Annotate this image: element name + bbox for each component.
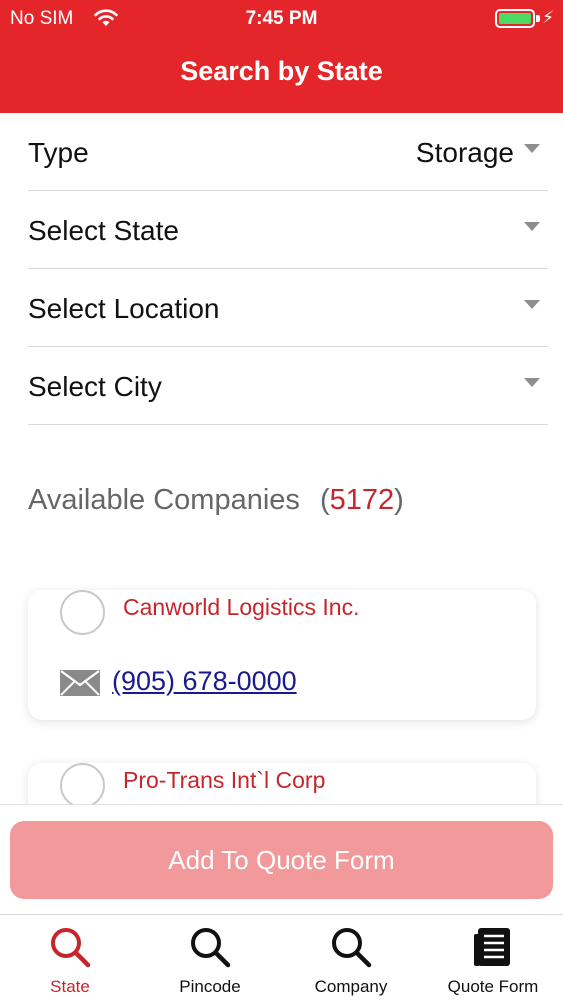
page-title: Search by State	[180, 56, 383, 86]
app-header: No SIM 7:45 PM ⚡ Search by State	[0, 0, 563, 113]
tab-label: State	[50, 977, 90, 996]
battery-icon	[495, 9, 535, 28]
city-label: Select City	[28, 371, 162, 402]
charging-icon: ⚡	[542, 8, 554, 27]
company-select-radio[interactable]	[60, 763, 105, 808]
bottom-action-bar: Add To Quote Form	[0, 804, 563, 914]
state-label: Select State	[28, 215, 179, 246]
location-label: Select Location	[28, 293, 220, 324]
company-card: Canworld Logistics Inc. (905) 678-0000	[28, 590, 536, 720]
available-label: Available Companies	[28, 484, 300, 516]
search-icon	[51, 928, 91, 968]
city-dropdown[interactable]: Select City	[28, 347, 548, 425]
type-label: Type	[28, 137, 89, 168]
tab-label: Pincode	[179, 977, 241, 996]
chevron-down-icon	[524, 222, 540, 231]
chevron-down-icon	[524, 378, 540, 387]
tab-pincode[interactable]: Pincode	[140, 915, 280, 1000]
company-name: Canworld Logistics Inc.	[123, 594, 360, 620]
available-companies-heading: Available Companies (5172)	[28, 484, 404, 517]
location-dropdown[interactable]: Select Location	[28, 269, 548, 347]
tab-company[interactable]: Company	[281, 915, 421, 1000]
tab-bar: State Pincode Company Quote Form	[0, 914, 563, 1000]
document-list-icon	[474, 928, 510, 966]
count-close-paren: )	[394, 484, 404, 516]
battery-tip	[536, 15, 540, 22]
type-value: Storage	[415, 137, 514, 168]
tab-state[interactable]: State	[0, 915, 140, 1000]
add-to-quote-button[interactable]: Add To Quote Form	[10, 821, 553, 899]
company-name: Pro-Trans Int`l Corp	[123, 767, 326, 793]
status-bar: No SIM 7:45 PM ⚡	[0, 6, 563, 32]
tab-label: Quote Form	[447, 977, 539, 996]
type-dropdown[interactable]: Type Storage	[28, 113, 548, 191]
status-time: 7:45 PM	[245, 8, 318, 29]
count-open-paren: (	[319, 484, 330, 516]
chevron-down-icon	[524, 144, 540, 153]
available-count: 5172	[329, 484, 395, 516]
mail-icon	[60, 670, 100, 696]
company-phone-link[interactable]: (905) 678-0000	[112, 666, 297, 697]
company-select-radio[interactable]	[60, 590, 105, 635]
search-icon	[191, 928, 231, 968]
state-dropdown[interactable]: Select State	[28, 191, 548, 269]
chevron-down-icon	[524, 300, 540, 309]
tab-label: Company	[314, 977, 388, 996]
search-icon	[332, 928, 372, 968]
tab-quote-form[interactable]: Quote Form	[423, 915, 563, 1000]
